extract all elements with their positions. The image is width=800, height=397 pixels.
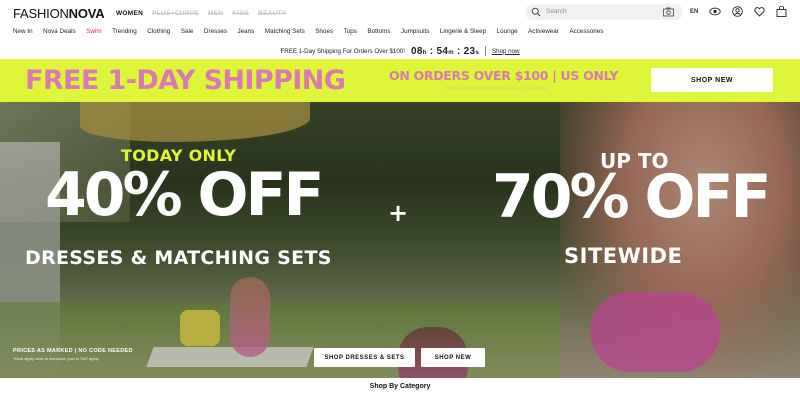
prices-fine-print: *Must apply code at checkout; promo T&C … (13, 356, 100, 361)
bag-icon[interactable] (776, 6, 787, 17)
tab-women[interactable]: WOMEN (116, 10, 143, 17)
header-icons: EN (690, 6, 787, 17)
nav-jumpsuits[interactable]: Jumpsuits (401, 28, 429, 35)
prices-note: PRICES AS MARKED | NO CODE NEEDED (13, 348, 133, 354)
heart-icon[interactable] (754, 6, 765, 17)
nav-lounge[interactable]: Lounge (497, 28, 518, 35)
search-icon (531, 7, 541, 17)
tab-beauty[interactable]: BEAUTY (258, 10, 287, 17)
category-tabs: WOMEN PLUS+CURVE MEN KIDS BEAUTY (116, 10, 287, 17)
dresses-sets-label: DRESSES & MATCHING SETS (25, 247, 332, 269)
sitewide-label: SITEWIDE (564, 244, 683, 268)
nav-activewear[interactable]: Activewear (528, 28, 559, 35)
timer-m-unit: m (448, 49, 454, 56)
search-input[interactable]: Search (546, 8, 567, 15)
banner-fine-print: *Not valid with international orders. T&… (445, 86, 548, 92)
seventy-off-headline: 70% OFF (492, 162, 771, 232)
nav-shoes[interactable]: Shoes (315, 28, 333, 35)
logo-bold-text: NOVA (68, 6, 105, 21)
tab-plus-curve[interactable]: PLUS+CURVE (152, 10, 199, 17)
nav-clothing[interactable]: Clothing (147, 28, 170, 35)
timer-h-unit: h (422, 49, 427, 56)
account-icon[interactable] (732, 6, 744, 17)
countdown-timer: 08h : 54m : 23s (410, 45, 479, 57)
shop-by-category-heading: Shop By Category (369, 383, 431, 390)
tab-kids[interactable]: KIDS (232, 10, 249, 17)
forty-off-headline: 40% OFF (45, 160, 324, 230)
nav-nova-deals[interactable]: Nova Deals (43, 28, 76, 35)
banner-subheadline: ON ORDERS OVER $100 | US ONLY (389, 68, 619, 83)
promo-countdown-bar: FREE 1-Day Shipping For Orders Over $100… (0, 43, 800, 59)
hero-shop-new-button[interactable]: SHOP NEW (421, 348, 485, 367)
logo-light-text: FASHION (13, 6, 69, 21)
timer-hours: 08 (410, 45, 423, 57)
nav-tops[interactable]: Tops (344, 28, 357, 35)
shop-now-link[interactable]: Shop now (492, 48, 520, 55)
language-selector[interactable]: EN (690, 9, 698, 15)
divider (485, 46, 486, 56)
nav-accessories[interactable]: Accessories (569, 28, 603, 35)
nav-swim[interactable]: Swim (86, 28, 101, 35)
nav-dresses[interactable]: Dresses (204, 28, 227, 35)
promo-text: FREE 1-Day Shipping For Orders Over $100… (280, 47, 405, 55)
banner-shop-new-button[interactable]: SHOP NEW (651, 68, 773, 92)
timer-minutes: 54 (436, 45, 449, 57)
hero-banner[interactable] (0, 102, 800, 378)
nav-jeans[interactable]: Jeans (238, 28, 255, 35)
shop-dresses-sets-button[interactable]: SHOP DRESSES & SETS (314, 348, 415, 367)
nav-lingerie-sleep[interactable]: Lingerie & Sleep (440, 28, 486, 35)
nav-trending[interactable]: Trending (112, 28, 137, 35)
nav-new-in[interactable]: New In (13, 28, 33, 35)
top-header: FASHIONNOVA WOMEN PLUS+CURVE MEN KIDS BE… (0, 0, 800, 24)
nav-matching-sets[interactable]: Matching Sets (265, 28, 305, 35)
timer-seconds: 23 (463, 45, 476, 57)
camera-icon[interactable] (663, 7, 674, 17)
plus-sign: + (388, 199, 409, 227)
banner-headline: FREE 1-DAY SHIPPING (25, 65, 346, 96)
tab-men[interactable]: MEN (208, 10, 223, 17)
main-nav: New In Nova Deals Swim Trending Clothing… (13, 28, 603, 35)
search-bar[interactable]: Search (525, 4, 683, 20)
nav-sale[interactable]: Sale (181, 28, 194, 35)
eye-icon[interactable] (709, 7, 721, 16)
timer-s-unit: s (475, 49, 479, 56)
fashion-nova-logo[interactable]: FASHIONNOVA (13, 6, 105, 21)
hero-overlay (0, 102, 800, 378)
nav-bottoms[interactable]: Bottoms (367, 28, 390, 35)
